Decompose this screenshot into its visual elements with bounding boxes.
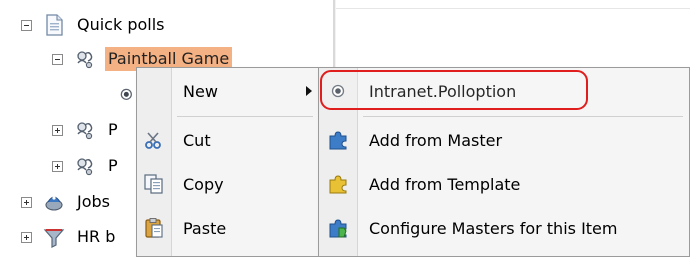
menu-item-label: Paste	[183, 218, 227, 238]
submenu-item-configure-masters[interactable]: Configure Masters for this Item	[319, 208, 689, 248]
copy-icon	[137, 164, 171, 204]
puzzle-yellow-icon	[319, 164, 357, 204]
context-menu: New Cut Copy Paste	[136, 67, 319, 257]
puzzle-green-icon	[319, 208, 357, 248]
menu-item-copy[interactable]: Copy	[137, 164, 318, 204]
scissors-icon	[137, 120, 171, 160]
poll-icon	[77, 158, 93, 176]
tree-label: P	[108, 156, 118, 175]
menu-item-label: New	[183, 81, 218, 101]
expand-icon[interactable]	[21, 196, 32, 208]
funnel-icon	[43, 229, 65, 248]
new-submenu: Intranet.Polloption Add from Master Add …	[318, 67, 690, 257]
menu-separator	[363, 116, 683, 117]
menu-item-new[interactable]: New	[137, 71, 318, 111]
expand-icon[interactable]	[52, 124, 63, 136]
menu-item-label: Copy	[183, 174, 224, 194]
submenu-arrow-icon	[306, 86, 312, 96]
submenu-item-add-from-template[interactable]: Add from Template	[319, 164, 689, 204]
tree-label: P	[108, 120, 118, 139]
submenu-item-add-from-master[interactable]: Add from Master	[319, 120, 689, 160]
expand-icon[interactable]	[52, 160, 63, 172]
submenu-item-intranet-polloption[interactable]: Intranet.Polloption	[319, 71, 689, 111]
menu-item-label: Add from Master	[369, 130, 503, 150]
tree-item-hr[interactable]: HR b	[21, 223, 118, 251]
collapse-icon[interactable]	[52, 53, 63, 65]
tree-label: Jobs	[77, 192, 110, 211]
tree-item-quick-polls[interactable]: Quick polls	[21, 11, 168, 39]
radio-icon	[120, 88, 132, 100]
expand-icon[interactable]	[21, 231, 32, 243]
menu-item-label: Intranet.Polloption	[369, 81, 517, 101]
menu-item-label: Add from Template	[369, 174, 521, 194]
tree-item-jobs[interactable]: Jobs	[21, 188, 113, 216]
menu-item-cut[interactable]: Cut	[137, 120, 318, 160]
blank-icon	[137, 71, 171, 111]
puzzle-blue-icon	[319, 120, 357, 160]
tree-label: HR b	[77, 227, 116, 246]
paste-icon	[137, 208, 171, 248]
collapse-icon[interactable]	[21, 19, 32, 31]
tree-label: Quick polls	[77, 15, 165, 34]
poll-icon	[77, 51, 93, 69]
menu-separator	[177, 116, 313, 117]
screen: Quick polls Paintball Game P P Jobs HR b…	[0, 0, 690, 257]
radio-icon	[319, 71, 357, 111]
poll-icon	[77, 122, 93, 140]
tree-item-poll-3[interactable]: P	[52, 116, 121, 144]
document-icon	[46, 14, 63, 36]
menu-item-label: Configure Masters for this Item	[369, 218, 618, 238]
menu-item-label: Cut	[183, 130, 211, 150]
tree-item-poll-4[interactable]: P	[52, 152, 121, 180]
menu-item-paste[interactable]: Paste	[137, 208, 318, 248]
jobs-icon	[45, 196, 63, 211]
